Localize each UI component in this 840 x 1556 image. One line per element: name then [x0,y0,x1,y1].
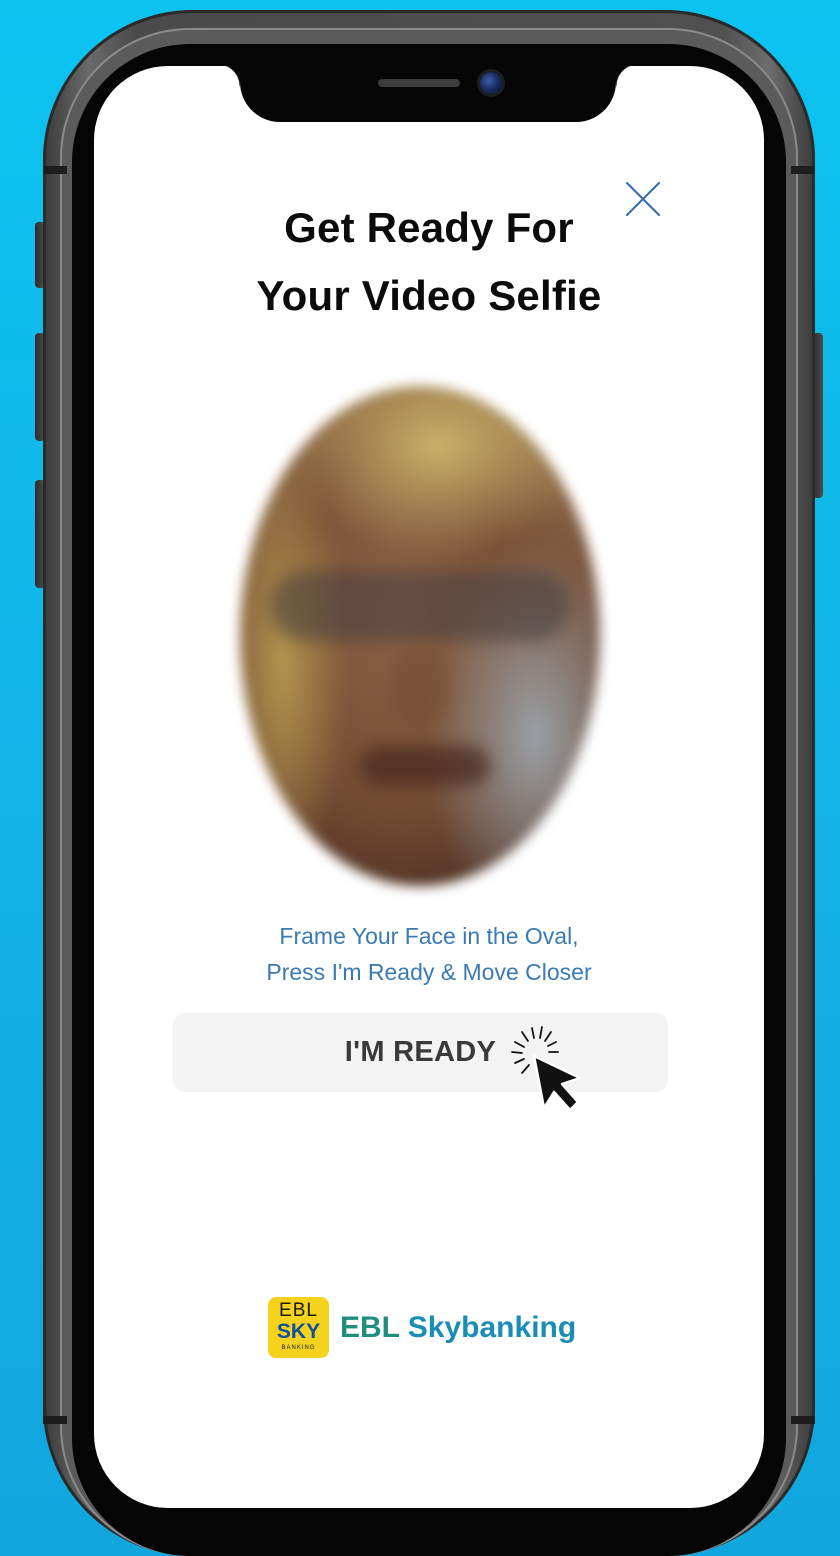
page-title: Get Ready For Your Video Selfie [94,194,764,330]
brand-name: EBL Skybanking [340,1297,576,1358]
page-title-line1: Get Ready For [284,204,574,251]
notch [218,66,638,122]
logo-text-banking: BANKING [281,1345,316,1351]
glasses-blur [270,571,570,641]
logo-text-ebl: EBL [279,1300,318,1321]
nose-blur [390,646,450,726]
instruction-line1: Frame Your Face in the Oval, [279,923,579,949]
instruction-text: Frame Your Face in the Oval, Press I'm R… [94,918,764,990]
antenna-line [791,1416,815,1424]
ebl-sky-logo: EBL SKY BANKING [268,1297,329,1358]
speaker-grille [378,79,460,87]
face-oval-preview [240,386,600,886]
instruction-line2: Press I'm Ready & Move Closer [266,959,592,985]
page-title-line2: Your Video Selfie [256,272,602,319]
brand-name-ebl: EBL [340,1311,408,1344]
logo-text-sky: SKY [276,1320,321,1343]
im-ready-button[interactable]: I'M READY [173,1013,668,1092]
phone-screen: Get Ready For Your Video Selfie Frame Yo… [94,66,764,1508]
mouth-blur [360,746,490,786]
antenna-line [791,166,815,174]
camera-icon [480,72,502,94]
antenna-line [43,166,67,174]
im-ready-label: I'M READY [344,1036,497,1068]
antenna-line [43,1416,67,1424]
brand-name-skybanking: Skybanking [407,1311,577,1344]
brand-footer: EBL SKY BANKING EBL Skybanking [268,1297,588,1359]
